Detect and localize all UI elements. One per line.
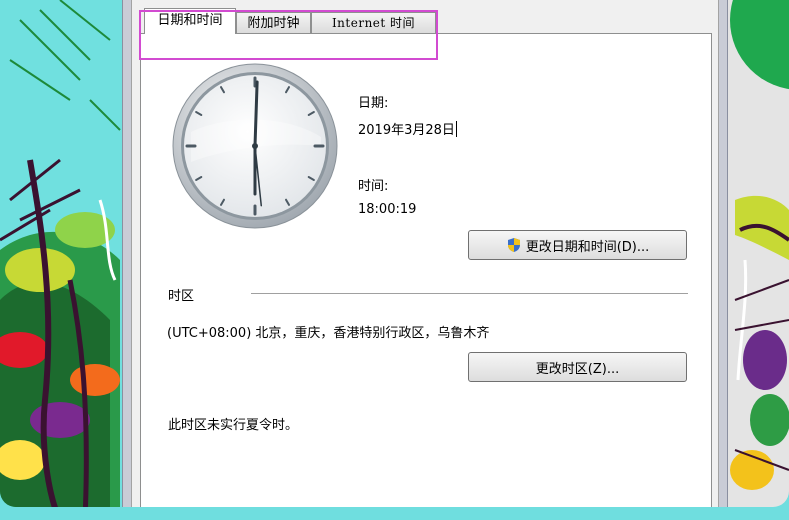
timezone-heading: 时区	[168, 289, 195, 304]
datetime-window: 日期和时间 附加时钟 Internet 时间 日期: 2019年3月28日 时间…	[122, 0, 728, 507]
timezone-value: (UTC+08:00) 北京，重庆，香港特别行政区，乌鲁木齐	[167, 326, 490, 341]
change-timezone-button[interactable]: 更改时区(Z)...	[468, 352, 687, 382]
dst-note: 此时区未实行夏令时。	[168, 418, 299, 433]
datetime-dialog: 日期和时间 附加时钟 Internet 时间 日期: 2019年3月28日 时间…	[131, 0, 719, 507]
desktop: 日期和时间 附加时钟 Internet 时间 日期: 2019年3月28日 时间…	[0, 0, 789, 507]
time-value: 18:00:19	[358, 202, 417, 217]
uac-shield-icon	[507, 238, 520, 252]
tabs-highlight-box	[139, 10, 438, 60]
change-date-time-label: 更改日期和时间(D)...	[525, 239, 650, 255]
date-label: 日期:	[358, 96, 389, 111]
analog-clock-icon	[172, 63, 338, 229]
time-label: 时间:	[358, 179, 389, 194]
tab-panel: 日期: 2019年3月28日 时间: 18:00:19 更改日期和时间(D)..…	[140, 33, 712, 507]
date-value: 2019年3月28日	[358, 121, 457, 138]
timezone-separator	[251, 293, 688, 294]
change-date-time-button[interactable]: 更改日期和时间(D)...	[468, 230, 687, 260]
